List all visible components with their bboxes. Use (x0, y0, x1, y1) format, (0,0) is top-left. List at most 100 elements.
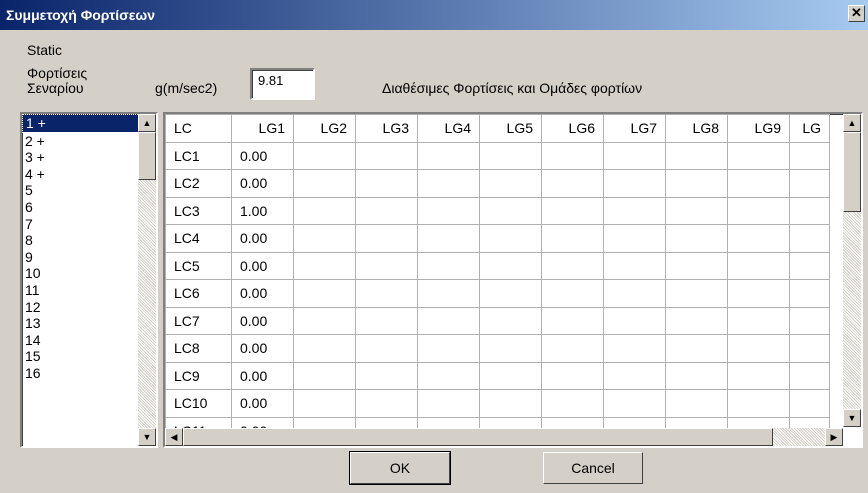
table-cell[interactable] (293, 141, 356, 170)
table-cell[interactable] (355, 361, 418, 390)
table-cell[interactable] (417, 361, 480, 390)
list-item[interactable]: 7 (22, 216, 156, 233)
table-cell[interactable]: LC6 (165, 279, 232, 308)
list-item[interactable]: 3 + (22, 149, 156, 166)
list-item[interactable]: 10 (22, 265, 156, 282)
table-cell[interactable] (479, 141, 542, 170)
grid-hscroll-thumb[interactable] (183, 428, 773, 446)
arrow-right-icon[interactable]: ▶ (825, 428, 843, 446)
table-cell[interactable] (293, 251, 356, 280)
table-cell[interactable] (541, 334, 604, 363)
table-cell[interactable]: LC9 (165, 361, 232, 390)
arrow-down-icon[interactable]: ▼ (843, 409, 861, 427)
table-cell[interactable] (789, 224, 830, 253)
table-cell[interactable] (727, 251, 790, 280)
table-cell[interactable]: LC2 (165, 169, 232, 198)
table-cell[interactable] (541, 251, 604, 280)
table-cell[interactable] (541, 389, 604, 418)
table-cell[interactable] (603, 196, 666, 225)
table-cell[interactable] (603, 334, 666, 363)
table-cell[interactable] (789, 389, 830, 418)
column-header[interactable]: LG1 (231, 114, 294, 143)
column-header[interactable]: LG5 (479, 114, 542, 143)
close-button[interactable]: ✕ (848, 5, 865, 22)
column-header[interactable]: LG6 (541, 114, 604, 143)
table-cell[interactable] (727, 361, 790, 390)
table-cell[interactable] (665, 141, 728, 170)
table-cell[interactable] (603, 141, 666, 170)
table-cell[interactable] (789, 334, 830, 363)
column-header[interactable]: LG2 (293, 114, 356, 143)
table-cell[interactable] (293, 334, 356, 363)
table-cell[interactable]: LC8 (165, 334, 232, 363)
table-cell[interactable] (603, 306, 666, 335)
table-cell[interactable] (417, 196, 480, 225)
table-cell[interactable]: 0.00 (231, 169, 294, 198)
table-cell[interactable]: LC7 (165, 306, 232, 335)
grid-vertical-scrollbar[interactable]: ▲ ▼ (843, 114, 861, 427)
list-scroll-thumb[interactable] (138, 132, 156, 180)
table-cell[interactable] (727, 334, 790, 363)
table-cell[interactable] (541, 279, 604, 308)
table-cell[interactable] (479, 251, 542, 280)
table-cell[interactable] (355, 306, 418, 335)
table-cell[interactable] (417, 169, 480, 198)
table-cell[interactable] (789, 169, 830, 198)
list-item[interactable]: 8 (22, 232, 156, 249)
g-input[interactable]: 9.81 (250, 68, 315, 100)
table-cell[interactable] (293, 361, 356, 390)
table-cell[interactable] (665, 279, 728, 308)
table-cell[interactable] (417, 334, 480, 363)
table-cell[interactable] (479, 389, 542, 418)
table-cell[interactable] (293, 169, 356, 198)
table-cell[interactable]: 0.00 (231, 389, 294, 418)
table-cell[interactable] (355, 389, 418, 418)
table-cell[interactable] (541, 361, 604, 390)
table-cell[interactable] (355, 141, 418, 170)
table-cell[interactable]: 0.00 (231, 251, 294, 280)
table-cell[interactable] (603, 169, 666, 198)
table-cell[interactable]: LC3 (165, 196, 232, 225)
table-cell[interactable] (665, 169, 728, 198)
list-item[interactable]: 4 + (22, 166, 156, 183)
table-cell[interactable] (727, 141, 790, 170)
table-cell[interactable] (603, 279, 666, 308)
table-cell[interactable] (541, 169, 604, 198)
list-item[interactable]: 5 (22, 182, 156, 199)
table-cell[interactable] (541, 224, 604, 253)
list-item[interactable]: 2 + (22, 133, 156, 150)
table-cell[interactable]: LC1 (165, 141, 232, 170)
table-cell[interactable] (355, 334, 418, 363)
cancel-button[interactable]: Cancel (543, 452, 643, 484)
table-cell[interactable]: LC10 (165, 389, 232, 418)
table-cell[interactable] (479, 361, 542, 390)
table-cell[interactable] (355, 196, 418, 225)
arrow-up-icon[interactable]: ▲ (843, 114, 861, 132)
column-header[interactable]: LG7 (603, 114, 666, 143)
table-cell[interactable] (665, 196, 728, 225)
table-cell[interactable] (665, 306, 728, 335)
column-header[interactable]: LG9 (727, 114, 790, 143)
table-cell[interactable]: 0.00 (231, 334, 294, 363)
list-item[interactable]: 16 (22, 365, 156, 382)
table-cell[interactable] (789, 196, 830, 225)
list-item[interactable]: 9 (22, 249, 156, 266)
table-cell[interactable] (727, 169, 790, 198)
table-cell[interactable] (603, 224, 666, 253)
table-cell[interactable]: 0.00 (231, 361, 294, 390)
table-cell[interactable] (789, 141, 830, 170)
column-header[interactable]: LG4 (417, 114, 480, 143)
column-header[interactable]: LG8 (665, 114, 728, 143)
table-cell[interactable] (603, 251, 666, 280)
list-item[interactable]: 14 (22, 332, 156, 349)
table-cell[interactable]: 0.00 (231, 279, 294, 308)
table-cell[interactable] (603, 389, 666, 418)
table-cell[interactable] (479, 334, 542, 363)
table-cell[interactable]: 0.00 (231, 306, 294, 335)
table-cell[interactable] (417, 224, 480, 253)
table-cell[interactable] (727, 389, 790, 418)
table-cell[interactable]: LC4 (165, 224, 232, 253)
list-item[interactable]: 11 (22, 282, 156, 299)
table-cell[interactable] (541, 196, 604, 225)
table-cell[interactable] (479, 279, 542, 308)
